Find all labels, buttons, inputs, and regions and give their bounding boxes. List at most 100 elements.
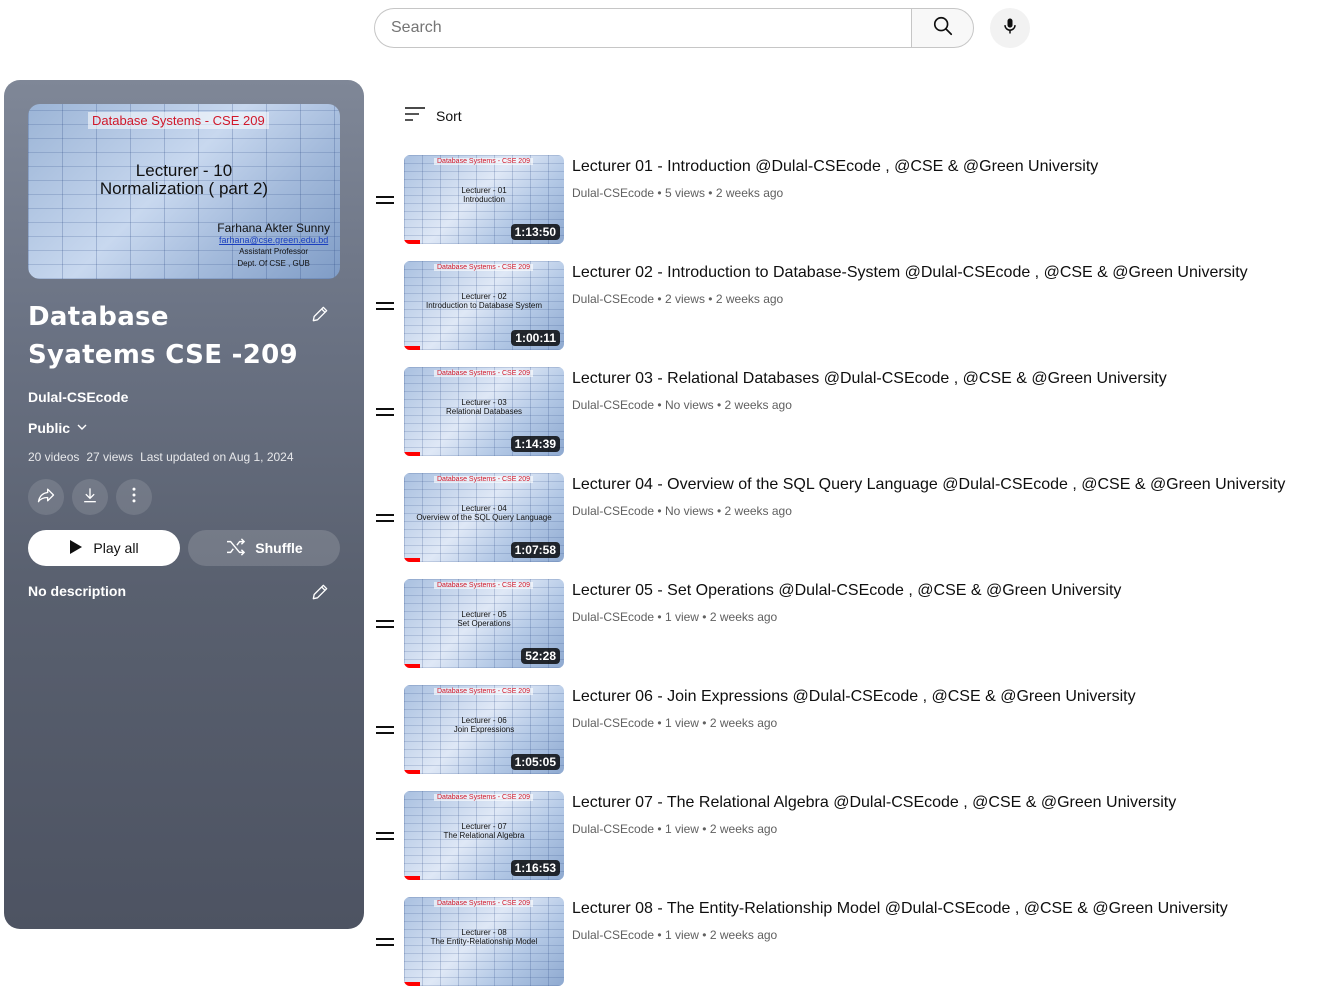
watch-progress-bar <box>404 982 420 986</box>
meta-separator: • <box>657 186 665 200</box>
playlist-video-row[interactable]: Database Systems - CSE 209 Lecturer - 02… <box>372 260 1312 366</box>
video-metadata: Dulal-CSEcode • 1 view • 2 weeks ago <box>572 928 777 942</box>
video-metadata: Dulal-CSEcode • No views • 2 weeks ago <box>572 398 792 412</box>
watch-progress-bar <box>404 770 420 774</box>
video-duration: 1:14:39 <box>510 436 560 452</box>
video-title[interactable]: Lecturer 04 - Overview of the SQL Query … <box>572 474 1285 496</box>
playlist-video-row[interactable]: Database Systems - CSE 209 Lecturer - 03… <box>372 366 1312 472</box>
thumbnail-course-title: Database Systems - CSE 209 <box>434 900 533 907</box>
video-channel[interactable]: Dulal-CSEcode <box>572 928 654 942</box>
video-title[interactable]: Lecturer 07 - The Relational Algebra @Du… <box>572 792 1176 814</box>
voice-search-button[interactable] <box>990 8 1030 48</box>
drag-handle-icon[interactable] <box>376 302 394 310</box>
sort-button[interactable]: Sort <box>404 104 462 127</box>
drag-handle-icon[interactable] <box>376 408 394 416</box>
video-thumbnail[interactable]: Database Systems - CSE 209 Lecturer - 06… <box>404 685 564 774</box>
video-title[interactable]: Lecturer 03 - Relational Databases @Dula… <box>572 368 1167 390</box>
download-icon <box>80 485 100 510</box>
video-title[interactable]: Lecturer 06 - Join Expressions @Dulal-CS… <box>572 686 1136 708</box>
meta-separator: • <box>702 822 710 836</box>
video-thumbnail[interactable]: Database Systems - CSE 209 Lecturer - 08… <box>404 897 564 986</box>
meta-separator: • <box>657 822 665 836</box>
drag-handle-icon[interactable] <box>376 726 394 734</box>
thumbnail-lecture-topic: Overview of the SQL Query Language <box>416 513 552 522</box>
edit-description-button[interactable] <box>308 582 332 606</box>
video-channel[interactable]: Dulal-CSEcode <box>572 610 654 624</box>
video-channel[interactable]: Dulal-CSEcode <box>572 716 654 730</box>
playlist-video-row[interactable]: Database Systems - CSE 209 Lecturer - 08… <box>372 896 1312 1002</box>
thumbnail-lecture-number: Lecturer - 03 <box>461 398 507 407</box>
thumbnail-author-dept: Dept. Of CSE , GUB <box>237 259 310 268</box>
thumbnail-lecture-number: Lecturer - 01 <box>461 186 507 195</box>
video-title[interactable]: Lecturer 08 - The Entity-Relationship Mo… <box>572 898 1228 920</box>
video-age: 2 weeks ago <box>724 504 792 518</box>
video-age: 2 weeks ago <box>709 822 778 836</box>
view-count: 27 views <box>86 450 134 464</box>
video-views: 1 view <box>664 716 699 730</box>
playlist-header-panel: Database Systems - CSE 209 Lecturer - 10… <box>4 80 364 929</box>
search-input[interactable] <box>374 8 911 48</box>
meta-separator: • <box>657 504 665 518</box>
video-metadata: Dulal-CSEcode • 1 view • 2 weeks ago <box>572 610 777 624</box>
pencil-icon <box>310 304 330 329</box>
search-icon <box>932 15 954 42</box>
more-vertical-icon <box>124 485 144 510</box>
video-title[interactable]: Lecturer 05 - Set Operations @Dulal-CSEc… <box>572 580 1121 602</box>
video-channel[interactable]: Dulal-CSEcode <box>572 292 654 306</box>
play-all-button[interactable]: Play all <box>28 530 180 566</box>
video-views: 1 view <box>664 822 699 836</box>
video-thumbnail[interactable]: Database Systems - CSE 209 Lecturer - 02… <box>404 261 564 350</box>
privacy-dropdown[interactable]: Public <box>28 420 88 436</box>
download-button[interactable] <box>72 479 108 515</box>
meta-separator: • <box>657 292 665 306</box>
edit-title-button[interactable] <box>308 304 332 328</box>
playlist-title: Database Syatems CSE -209 <box>28 302 298 370</box>
video-age: 2 weeks ago <box>709 716 778 730</box>
thumbnail-lecture-number: Lecturer - 06 <box>461 716 507 725</box>
drag-handle-icon[interactable] <box>376 620 394 628</box>
watch-progress-bar <box>404 664 420 668</box>
video-age: 2 weeks ago <box>724 398 792 412</box>
playlist-video-row[interactable]: Database Systems - CSE 209 Lecturer - 06… <box>372 684 1312 790</box>
video-thumbnail[interactable]: Database Systems - CSE 209 Lecturer - 04… <box>404 473 564 562</box>
thumbnail-author-email: farhana@cse.green.edu.bd <box>219 235 329 245</box>
meta-separator: • <box>716 398 725 412</box>
playlist-video-row[interactable]: Database Systems - CSE 209 Lecturer - 01… <box>372 154 1312 260</box>
video-thumbnail[interactable]: Database Systems - CSE 209 Lecturer - 05… <box>404 579 564 668</box>
more-actions-button[interactable] <box>116 479 152 515</box>
video-metadata: Dulal-CSEcode • 1 view • 2 weeks ago <box>572 822 777 836</box>
meta-separator: • <box>716 504 725 518</box>
search-button[interactable] <box>911 8 974 48</box>
playlist-video-row[interactable]: Database Systems - CSE 209 Lecturer - 05… <box>372 578 1312 684</box>
video-duration: 52:28 <box>521 648 560 664</box>
drag-handle-icon[interactable] <box>376 938 394 946</box>
playlist-owner[interactable]: Dulal-CSEcode <box>28 389 128 405</box>
video-thumbnail[interactable]: Database Systems - CSE 209 Lecturer - 07… <box>404 791 564 880</box>
meta-separator: • <box>708 292 716 306</box>
watch-progress-bar <box>404 346 420 350</box>
playlist-video-row[interactable]: Database Systems - CSE 209 Lecturer - 07… <box>372 790 1312 896</box>
video-title[interactable]: Lecturer 01 - Introduction @Dulal-CSEcod… <box>572 156 1098 178</box>
video-thumbnail[interactable]: Database Systems - CSE 209 Lecturer - 01… <box>404 155 564 244</box>
watch-progress-bar <box>404 876 420 880</box>
video-channel[interactable]: Dulal-CSEcode <box>572 504 654 518</box>
sort-label: Sort <box>436 107 462 124</box>
video-channel[interactable]: Dulal-CSEcode <box>572 398 654 412</box>
shuffle-button[interactable]: Shuffle <box>188 530 340 566</box>
thumbnail-course-title: Database Systems - CSE 209 <box>434 370 533 377</box>
video-title[interactable]: Lecturer 02 - Introduction to Database-S… <box>572 262 1248 284</box>
video-channel[interactable]: Dulal-CSEcode <box>572 822 654 836</box>
video-metadata: Dulal-CSEcode • 1 view • 2 weeks ago <box>572 716 777 730</box>
thumbnail-course-title: Database Systems - CSE 209 <box>434 476 533 483</box>
video-thumbnail[interactable]: Database Systems - CSE 209 Lecturer - 03… <box>404 367 564 456</box>
playlist-video-row[interactable]: Database Systems - CSE 209 Lecturer - 04… <box>372 472 1312 578</box>
video-channel[interactable]: Dulal-CSEcode <box>572 186 654 200</box>
thumbnail-lecture-topic: Relational Databases <box>445 407 523 416</box>
microphone-icon <box>1000 16 1020 41</box>
drag-handle-icon[interactable] <box>376 832 394 840</box>
thumbnail-course-title: Database Systems - CSE 209 <box>434 158 533 165</box>
share-button[interactable] <box>28 479 64 515</box>
drag-handle-icon[interactable] <box>376 514 394 522</box>
drag-handle-icon[interactable] <box>376 196 394 204</box>
playlist-thumbnail[interactable]: Database Systems - CSE 209 Lecturer - 10… <box>28 104 340 279</box>
